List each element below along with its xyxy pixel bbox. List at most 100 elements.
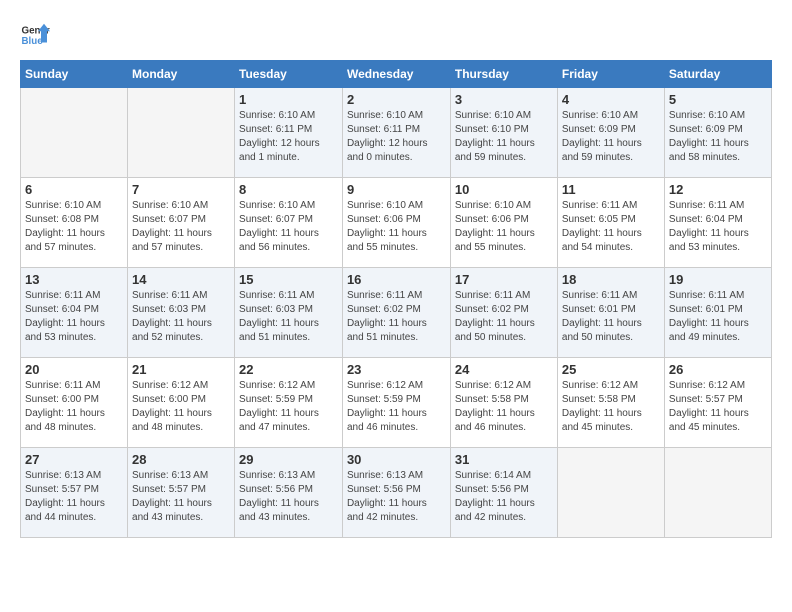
day-detail: Sunrise: 6:13 AM Sunset: 5:57 PM Dayligh… [25, 469, 123, 525]
calendar-cell: 19 Sunrise: 6:11 AM Sunset: 6:01 PM Dayli… [664, 268, 771, 358]
day-detail: Sunrise: 6:11 AM Sunset: 6:01 PM Dayligh… [562, 289, 660, 345]
calendar-table: SundayMondayTuesdayWednesdayThursdayFrid… [20, 60, 772, 538]
page-header: General Blue [20, 20, 772, 50]
calendar-cell: 10 Sunrise: 6:10 AM Sunset: 6:06 PM Dayli… [450, 178, 557, 268]
svg-text:Blue: Blue [22, 36, 44, 47]
calendar-cell [21, 88, 128, 178]
day-number: 28 [132, 452, 230, 467]
day-detail: Sunrise: 6:10 AM Sunset: 6:08 PM Dayligh… [25, 199, 123, 255]
day-detail: Sunrise: 6:11 AM Sunset: 6:00 PM Dayligh… [25, 379, 123, 435]
day-number: 24 [455, 362, 553, 377]
calendar-cell: 11Sunrise: 6:11 AM Sunset: 6:05 PM Dayli… [557, 178, 664, 268]
calendar-cell [557, 448, 664, 538]
day-detail: Sunrise: 6:10 AM Sunset: 6:11 PM Dayligh… [239, 109, 338, 165]
day-detail: Sunrise: 6:12 AM Sunset: 5:59 PM Dayligh… [239, 379, 338, 435]
header-row: SundayMondayTuesdayWednesdayThursdayFrid… [21, 61, 772, 88]
week-row-1: 1 Sunrise: 6:10 AM Sunset: 6:11 PM Daylig… [21, 88, 772, 178]
header-day-thursday: Thursday [450, 61, 557, 88]
day-detail: Sunrise: 6:11 AM Sunset: 6:04 PM Dayligh… [669, 199, 767, 255]
day-detail: Sunrise: 6:13 AM Sunset: 5:57 PM Dayligh… [132, 469, 230, 525]
calendar-cell: 13 Sunrise: 6:11 AM Sunset: 6:04 PM Dayli… [21, 268, 128, 358]
day-number: 9 [347, 182, 446, 197]
day-detail: Sunrise: 6:11 AM Sunset: 6:05 PM Dayligh… [562, 199, 660, 255]
day-detail: Sunrise: 6:13 AM Sunset: 5:56 PM Dayligh… [347, 469, 446, 525]
header-day-friday: Friday [557, 61, 664, 88]
day-number: 25 [562, 362, 660, 377]
day-number: 21 [132, 362, 230, 377]
calendar-cell: 30 Sunrise: 6:13 AM Sunset: 5:56 PM Dayli… [342, 448, 450, 538]
day-detail: Sunrise: 6:11 AM Sunset: 6:03 PM Dayligh… [132, 289, 230, 345]
logo-icon: General Blue [20, 20, 50, 50]
day-detail: Sunrise: 6:10 AM Sunset: 6:06 PM Dayligh… [347, 199, 446, 255]
day-detail: Sunrise: 6:12 AM Sunset: 5:58 PM Dayligh… [455, 379, 553, 435]
header-day-wednesday: Wednesday [342, 61, 450, 88]
calendar-cell: 24 Sunrise: 6:12 AM Sunset: 5:58 PM Dayli… [450, 358, 557, 448]
day-number: 14 [132, 272, 230, 287]
day-number: 17 [455, 272, 553, 287]
header-day-sunday: Sunday [21, 61, 128, 88]
day-detail: Sunrise: 6:10 AM Sunset: 6:09 PM Dayligh… [669, 109, 767, 165]
day-number: 2 [347, 92, 446, 107]
day-number: 3 [455, 92, 553, 107]
week-row-3: 13 Sunrise: 6:11 AM Sunset: 6:04 PM Dayli… [21, 268, 772, 358]
day-detail: Sunrise: 6:12 AM Sunset: 6:00 PM Dayligh… [132, 379, 230, 435]
calendar-cell: 16 Sunrise: 6:11 AM Sunset: 6:02 PM Dayli… [342, 268, 450, 358]
day-number: 16 [347, 272, 446, 287]
day-number: 29 [239, 452, 338, 467]
day-detail: Sunrise: 6:10 AM Sunset: 6:07 PM Dayligh… [239, 199, 338, 255]
week-row-2: 6 Sunrise: 6:10 AM Sunset: 6:08 PM Daylig… [21, 178, 772, 268]
day-number: 26 [669, 362, 767, 377]
day-number: 27 [25, 452, 123, 467]
calendar-cell: 28 Sunrise: 6:13 AM Sunset: 5:57 PM Dayli… [128, 448, 235, 538]
day-number: 18 [562, 272, 660, 287]
day-number: 15 [239, 272, 338, 287]
day-number: 31 [455, 452, 553, 467]
calendar-cell: 27 Sunrise: 6:13 AM Sunset: 5:57 PM Dayli… [21, 448, 128, 538]
day-number: 6 [25, 182, 123, 197]
calendar-cell: 8 Sunrise: 6:10 AM Sunset: 6:07 PM Daylig… [235, 178, 343, 268]
day-number: 7 [132, 182, 230, 197]
calendar-cell: 4Sunrise: 6:10 AM Sunset: 6:09 PM Daylig… [557, 88, 664, 178]
calendar-cell: 1 Sunrise: 6:10 AM Sunset: 6:11 PM Daylig… [235, 88, 343, 178]
day-detail: Sunrise: 6:11 AM Sunset: 6:02 PM Dayligh… [455, 289, 553, 345]
day-number: 12 [669, 182, 767, 197]
week-row-5: 27 Sunrise: 6:13 AM Sunset: 5:57 PM Dayli… [21, 448, 772, 538]
day-number: 19 [669, 272, 767, 287]
day-number: 20 [25, 362, 123, 377]
calendar-cell: 23Sunrise: 6:12 AM Sunset: 5:59 PM Dayli… [342, 358, 450, 448]
day-detail: Sunrise: 6:11 AM Sunset: 6:02 PM Dayligh… [347, 289, 446, 345]
week-row-4: 20 Sunrise: 6:11 AM Sunset: 6:00 PM Dayli… [21, 358, 772, 448]
calendar-cell: 3 Sunrise: 6:10 AM Sunset: 6:10 PM Daylig… [450, 88, 557, 178]
calendar-cell: 5Sunrise: 6:10 AM Sunset: 6:09 PM Daylig… [664, 88, 771, 178]
day-detail: Sunrise: 6:12 AM Sunset: 5:59 PM Dayligh… [347, 379, 446, 435]
day-detail: Sunrise: 6:10 AM Sunset: 6:11 PM Dayligh… [347, 109, 446, 165]
day-number: 10 [455, 182, 553, 197]
day-detail: Sunrise: 6:10 AM Sunset: 6:06 PM Dayligh… [455, 199, 553, 255]
day-detail: Sunrise: 6:11 AM Sunset: 6:04 PM Dayligh… [25, 289, 123, 345]
day-detail: Sunrise: 6:10 AM Sunset: 6:07 PM Dayligh… [132, 199, 230, 255]
day-detail: Sunrise: 6:11 AM Sunset: 6:03 PM Dayligh… [239, 289, 338, 345]
calendar-cell: 29 Sunrise: 6:13 AM Sunset: 5:56 PM Dayli… [235, 448, 343, 538]
day-number: 8 [239, 182, 338, 197]
calendar-cell: 15 Sunrise: 6:11 AM Sunset: 6:03 PM Dayli… [235, 268, 343, 358]
day-detail: Sunrise: 6:10 AM Sunset: 6:09 PM Dayligh… [562, 109, 660, 165]
header-day-saturday: Saturday [664, 61, 771, 88]
day-number: 13 [25, 272, 123, 287]
header-day-monday: Monday [128, 61, 235, 88]
calendar-cell [128, 88, 235, 178]
calendar-cell: 12 Sunrise: 6:11 AM Sunset: 6:04 PM Dayli… [664, 178, 771, 268]
calendar-cell: 22Sunrise: 6:12 AM Sunset: 5:59 PM Dayli… [235, 358, 343, 448]
day-number: 30 [347, 452, 446, 467]
calendar-cell: 31 Sunrise: 6:14 AM Sunset: 5:56 PM Dayli… [450, 448, 557, 538]
day-number: 1 [239, 92, 338, 107]
calendar-cell: 21 Sunrise: 6:12 AM Sunset: 6:00 PM Dayli… [128, 358, 235, 448]
day-detail: Sunrise: 6:13 AM Sunset: 5:56 PM Dayligh… [239, 469, 338, 525]
calendar-cell: 25Sunrise: 6:12 AM Sunset: 5:58 PM Dayli… [557, 358, 664, 448]
day-detail: Sunrise: 6:11 AM Sunset: 6:01 PM Dayligh… [669, 289, 767, 345]
day-detail: Sunrise: 6:10 AM Sunset: 6:10 PM Dayligh… [455, 109, 553, 165]
day-detail: Sunrise: 6:12 AM Sunset: 5:57 PM Dayligh… [669, 379, 767, 435]
calendar-cell: 6 Sunrise: 6:10 AM Sunset: 6:08 PM Daylig… [21, 178, 128, 268]
day-detail: Sunrise: 6:14 AM Sunset: 5:56 PM Dayligh… [455, 469, 553, 525]
header-day-tuesday: Tuesday [235, 61, 343, 88]
calendar-cell: 7 Sunrise: 6:10 AM Sunset: 6:07 PM Daylig… [128, 178, 235, 268]
